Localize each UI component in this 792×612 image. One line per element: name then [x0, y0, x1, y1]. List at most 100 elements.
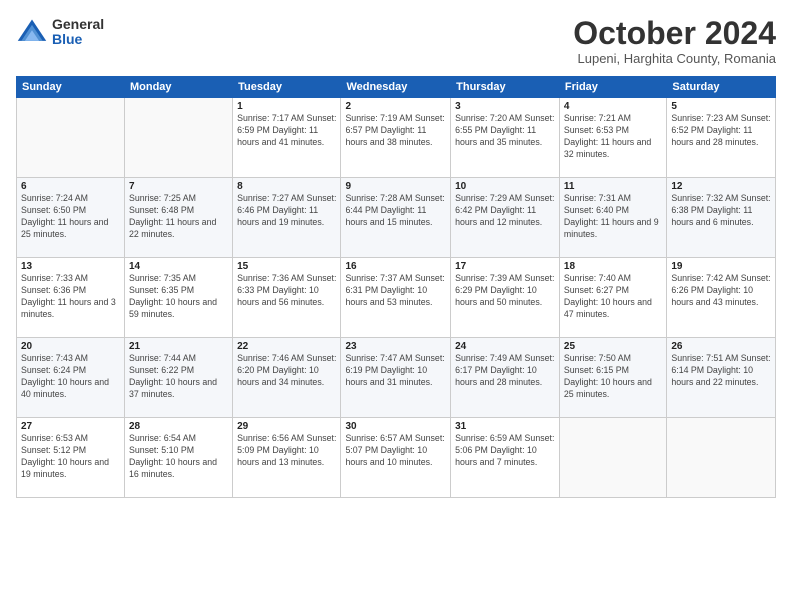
calendar-cell: 22Sunrise: 7:46 AM Sunset: 6:20 PM Dayli… — [233, 338, 341, 418]
weekday-friday: Friday — [559, 77, 666, 98]
day-detail: Sunrise: 7:44 AM Sunset: 6:22 PM Dayligh… — [129, 353, 228, 401]
calendar-week-3: 13Sunrise: 7:33 AM Sunset: 6:36 PM Dayli… — [17, 258, 776, 338]
day-detail: Sunrise: 6:59 AM Sunset: 5:06 PM Dayligh… — [455, 433, 555, 469]
logo-text: General Blue — [52, 17, 104, 48]
calendar-cell — [124, 98, 232, 178]
day-detail: Sunrise: 7:50 AM Sunset: 6:15 PM Dayligh… — [564, 353, 662, 401]
day-detail: Sunrise: 7:19 AM Sunset: 6:57 PM Dayligh… — [345, 113, 446, 149]
calendar-cell: 25Sunrise: 7:50 AM Sunset: 6:15 PM Dayli… — [559, 338, 666, 418]
calendar-cell — [17, 98, 125, 178]
day-number: 31 — [455, 421, 555, 432]
day-number: 18 — [564, 261, 662, 272]
day-number: 6 — [21, 181, 120, 192]
day-number: 11 — [564, 181, 662, 192]
day-detail: Sunrise: 7:29 AM Sunset: 6:42 PM Dayligh… — [455, 193, 555, 229]
weekday-wednesday: Wednesday — [341, 77, 451, 98]
calendar-cell: 21Sunrise: 7:44 AM Sunset: 6:22 PM Dayli… — [124, 338, 232, 418]
header: General Blue October 2024 Lupeni, Harghi… — [16, 16, 776, 66]
day-detail: Sunrise: 7:43 AM Sunset: 6:24 PM Dayligh… — [21, 353, 120, 401]
calendar-cell: 5Sunrise: 7:23 AM Sunset: 6:52 PM Daylig… — [667, 98, 776, 178]
day-number: 4 — [564, 101, 662, 112]
day-detail: Sunrise: 7:28 AM Sunset: 6:44 PM Dayligh… — [345, 193, 446, 229]
calendar-cell: 27Sunrise: 6:53 AM Sunset: 5:12 PM Dayli… — [17, 418, 125, 498]
calendar-table: Sunday Monday Tuesday Wednesday Thursday… — [16, 76, 776, 498]
calendar-cell: 18Sunrise: 7:40 AM Sunset: 6:27 PM Dayli… — [559, 258, 666, 338]
day-detail: Sunrise: 6:56 AM Sunset: 5:09 PM Dayligh… — [237, 433, 336, 469]
day-detail: Sunrise: 7:33 AM Sunset: 6:36 PM Dayligh… — [21, 273, 120, 321]
day-number: 26 — [671, 341, 771, 352]
day-number: 16 — [345, 261, 446, 272]
day-detail: Sunrise: 6:57 AM Sunset: 5:07 PM Dayligh… — [345, 433, 446, 469]
calendar-cell: 15Sunrise: 7:36 AM Sunset: 6:33 PM Dayli… — [233, 258, 341, 338]
calendar-cell — [559, 418, 666, 498]
weekday-row: Sunday Monday Tuesday Wednesday Thursday… — [17, 77, 776, 98]
day-number: 23 — [345, 341, 446, 352]
calendar-cell: 30Sunrise: 6:57 AM Sunset: 5:07 PM Dayli… — [341, 418, 451, 498]
day-detail: Sunrise: 7:42 AM Sunset: 6:26 PM Dayligh… — [671, 273, 771, 309]
month-title: October 2024 — [573, 16, 776, 51]
page: General Blue October 2024 Lupeni, Harghi… — [0, 0, 792, 612]
calendar-week-2: 6Sunrise: 7:24 AM Sunset: 6:50 PM Daylig… — [17, 178, 776, 258]
day-detail: Sunrise: 7:31 AM Sunset: 6:40 PM Dayligh… — [564, 193, 662, 241]
day-number: 9 — [345, 181, 446, 192]
logo-blue: Blue — [52, 32, 104, 47]
day-number: 20 — [21, 341, 120, 352]
calendar-cell: 24Sunrise: 7:49 AM Sunset: 6:17 PM Dayli… — [451, 338, 560, 418]
logo-icon — [16, 16, 48, 48]
calendar-cell: 19Sunrise: 7:42 AM Sunset: 6:26 PM Dayli… — [667, 258, 776, 338]
day-detail: Sunrise: 7:25 AM Sunset: 6:48 PM Dayligh… — [129, 193, 228, 241]
calendar-cell: 23Sunrise: 7:47 AM Sunset: 6:19 PM Dayli… — [341, 338, 451, 418]
day-detail: Sunrise: 7:37 AM Sunset: 6:31 PM Dayligh… — [345, 273, 446, 309]
day-detail: Sunrise: 7:35 AM Sunset: 6:35 PM Dayligh… — [129, 273, 228, 321]
calendar-header: Sunday Monday Tuesday Wednesday Thursday… — [17, 77, 776, 98]
day-number: 28 — [129, 421, 228, 432]
day-number: 10 — [455, 181, 555, 192]
location-subtitle: Lupeni, Harghita County, Romania — [573, 51, 776, 66]
calendar-cell: 11Sunrise: 7:31 AM Sunset: 6:40 PM Dayli… — [559, 178, 666, 258]
weekday-thursday: Thursday — [451, 77, 560, 98]
day-number: 1 — [237, 101, 336, 112]
weekday-sunday: Sunday — [17, 77, 125, 98]
day-number: 21 — [129, 341, 228, 352]
day-detail: Sunrise: 7:47 AM Sunset: 6:19 PM Dayligh… — [345, 353, 446, 389]
calendar-cell: 29Sunrise: 6:56 AM Sunset: 5:09 PM Dayli… — [233, 418, 341, 498]
calendar-cell: 20Sunrise: 7:43 AM Sunset: 6:24 PM Dayli… — [17, 338, 125, 418]
day-detail: Sunrise: 7:36 AM Sunset: 6:33 PM Dayligh… — [237, 273, 336, 309]
day-number: 7 — [129, 181, 228, 192]
calendar-cell: 8Sunrise: 7:27 AM Sunset: 6:46 PM Daylig… — [233, 178, 341, 258]
logo: General Blue — [16, 16, 104, 48]
day-number: 24 — [455, 341, 555, 352]
day-number: 8 — [237, 181, 336, 192]
day-number: 29 — [237, 421, 336, 432]
day-number: 22 — [237, 341, 336, 352]
day-number: 30 — [345, 421, 446, 432]
calendar-cell: 14Sunrise: 7:35 AM Sunset: 6:35 PM Dayli… — [124, 258, 232, 338]
title-block: October 2024 Lupeni, Harghita County, Ro… — [573, 16, 776, 66]
day-detail: Sunrise: 7:32 AM Sunset: 6:38 PM Dayligh… — [671, 193, 771, 229]
calendar-body: 1Sunrise: 7:17 AM Sunset: 6:59 PM Daylig… — [17, 98, 776, 498]
day-detail: Sunrise: 7:40 AM Sunset: 6:27 PM Dayligh… — [564, 273, 662, 321]
calendar-week-5: 27Sunrise: 6:53 AM Sunset: 5:12 PM Dayli… — [17, 418, 776, 498]
day-number: 25 — [564, 341, 662, 352]
day-detail: Sunrise: 7:39 AM Sunset: 6:29 PM Dayligh… — [455, 273, 555, 309]
calendar-cell: 10Sunrise: 7:29 AM Sunset: 6:42 PM Dayli… — [451, 178, 560, 258]
day-number: 14 — [129, 261, 228, 272]
calendar-cell: 13Sunrise: 7:33 AM Sunset: 6:36 PM Dayli… — [17, 258, 125, 338]
weekday-saturday: Saturday — [667, 77, 776, 98]
calendar-cell: 12Sunrise: 7:32 AM Sunset: 6:38 PM Dayli… — [667, 178, 776, 258]
calendar-cell: 16Sunrise: 7:37 AM Sunset: 6:31 PM Dayli… — [341, 258, 451, 338]
weekday-tuesday: Tuesday — [233, 77, 341, 98]
day-number: 17 — [455, 261, 555, 272]
day-detail: Sunrise: 7:17 AM Sunset: 6:59 PM Dayligh… — [237, 113, 336, 149]
day-detail: Sunrise: 7:20 AM Sunset: 6:55 PM Dayligh… — [455, 113, 555, 149]
day-detail: Sunrise: 7:46 AM Sunset: 6:20 PM Dayligh… — [237, 353, 336, 389]
day-detail: Sunrise: 7:24 AM Sunset: 6:50 PM Dayligh… — [21, 193, 120, 241]
day-number: 2 — [345, 101, 446, 112]
calendar-cell: 1Sunrise: 7:17 AM Sunset: 6:59 PM Daylig… — [233, 98, 341, 178]
day-detail: Sunrise: 7:27 AM Sunset: 6:46 PM Dayligh… — [237, 193, 336, 229]
calendar-week-1: 1Sunrise: 7:17 AM Sunset: 6:59 PM Daylig… — [17, 98, 776, 178]
day-number: 12 — [671, 181, 771, 192]
calendar-cell: 31Sunrise: 6:59 AM Sunset: 5:06 PM Dayli… — [451, 418, 560, 498]
weekday-monday: Monday — [124, 77, 232, 98]
calendar-cell: 6Sunrise: 7:24 AM Sunset: 6:50 PM Daylig… — [17, 178, 125, 258]
